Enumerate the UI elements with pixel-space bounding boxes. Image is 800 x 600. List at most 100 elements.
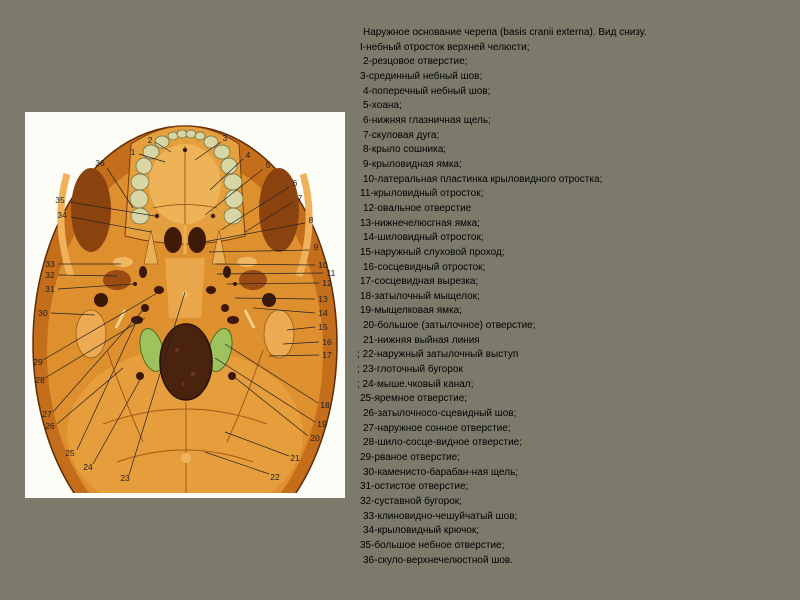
- legend-item: 13-нижнечелюсгная ямка;: [360, 217, 480, 229]
- foramen-lacerum-right: [206, 286, 216, 294]
- figure-label-23: 23: [120, 473, 130, 483]
- legend-item: 27-наружное сонное отверстие;: [363, 422, 511, 434]
- legend-item: 30-каменисто-барабан-ная щель;: [363, 466, 519, 478]
- basilar-part: [165, 258, 205, 318]
- figure-label-31: 31: [45, 284, 55, 294]
- legend-item: 34-крыловидный крючок;: [363, 525, 480, 537]
- tooth: [224, 189, 244, 209]
- tooth: [223, 207, 243, 225]
- figure-label-19: 19: [317, 419, 327, 429]
- legend-item: 36-скуло-верхнечелюстной шов.: [363, 554, 513, 566]
- figure-label-27: 27: [42, 409, 52, 419]
- mandibular-fossa-left: [103, 270, 131, 290]
- carotid-canal-right: [221, 304, 229, 312]
- legend-item: 7-скуловая дуга;: [363, 129, 440, 141]
- figure-label-14: 14: [318, 308, 328, 318]
- figure-label-15: 15: [318, 322, 328, 332]
- figure-label-24: 24: [83, 462, 93, 472]
- legend-item: 3-срединный небный шов;: [360, 70, 483, 82]
- legend-item: 26-затылочносо-сцевидный шов;: [363, 408, 517, 420]
- external-occipital-protuberance: [181, 453, 191, 463]
- tooth: [142, 144, 160, 160]
- legend-item: 9-крыловидная ямка;: [363, 158, 462, 170]
- slide: 1 2 3 4 5 6 7 8 9 10 11 12 13 14 15 16 1…: [0, 0, 800, 600]
- figure-label-2: 2: [148, 135, 153, 145]
- tooth: [130, 173, 150, 191]
- mastoid-process-right: [263, 309, 295, 359]
- legend-item: 28-шило-сосце-видное отверстие;: [363, 437, 522, 449]
- figure-label-4: 4: [246, 150, 251, 160]
- mandibular-fossa-right: [239, 270, 267, 290]
- tooth: [135, 157, 153, 175]
- figure-label-32: 32: [45, 270, 55, 280]
- tooth: [185, 129, 197, 139]
- figure-label-25: 25: [65, 448, 75, 458]
- choana-right: [188, 227, 206, 253]
- incisive-foramen: [182, 147, 188, 153]
- tooth: [203, 135, 219, 149]
- figure-label-36: 36: [95, 158, 105, 168]
- legend-item: 31-остистое отверстие;: [360, 481, 469, 493]
- foramen-magnum: [159, 323, 213, 401]
- legend-item: ; 22-наружный затылочный выступ: [357, 349, 519, 361]
- legend-item: 10-латеральная пластинка крыловидного от…: [363, 173, 603, 185]
- figure-label-28: 28: [35, 375, 45, 385]
- tooth: [213, 144, 231, 160]
- external-acoustic-meatus-right: [262, 293, 276, 307]
- condylar-fossa-right: [228, 372, 236, 380]
- foramen-magnum-texture: [190, 371, 196, 377]
- foramen-ovale-left: [139, 266, 147, 278]
- legend-item: 35-большое небное отверстие;: [360, 539, 505, 551]
- articular-tubercle-right: [237, 257, 257, 267]
- tooth: [129, 189, 149, 209]
- foramen-magnum-texture: [181, 382, 185, 386]
- legend-item: 5-хоана;: [363, 100, 402, 112]
- legend-item: 20-большое (затылочное) отверстие;: [363, 320, 536, 332]
- figure-label-17: 17: [322, 350, 332, 360]
- legend-item: 16-сосцевидный отросток;: [363, 261, 486, 273]
- figure-label-34: 34: [57, 210, 67, 220]
- figure-label-3: 3: [223, 133, 228, 143]
- figure-label-22: 22: [270, 472, 280, 482]
- legend-item: 18-затылочный мыщелок;: [360, 290, 480, 302]
- skull-base-illustration: 1 2 3 4 5 6 7 8 9 10 11 12 13 14 15 16 1…: [25, 112, 345, 498]
- figure-label-11: 11: [327, 268, 336, 278]
- figure-label-35: 35: [55, 195, 65, 205]
- foramen-ovale-right: [223, 266, 231, 278]
- figure-label-1: 1: [131, 147, 136, 157]
- legend-item: 21-нижняя выйная линия: [363, 334, 480, 346]
- foramen-lacerum-left: [154, 286, 164, 294]
- articular-tubercle-left: [113, 257, 133, 267]
- condylar-fossa-left: [136, 372, 144, 380]
- choana-left: [164, 227, 182, 253]
- legend-item: 6-нижняя глазничная щель;: [363, 114, 491, 126]
- greater-palatine-foramen-left: [154, 213, 160, 219]
- tooth: [194, 131, 206, 141]
- legend-item: 32-суставной бугорок;: [360, 496, 462, 507]
- figure-label-16: 16: [322, 337, 332, 347]
- legend-item: 2-резцовое отверстие;: [363, 56, 468, 68]
- legend-text: Наружное основание черепа (basis cranii …: [357, 26, 757, 568]
- figure-label-6: 6: [293, 178, 298, 188]
- figure-label-9: 9: [314, 242, 319, 252]
- figure-label-18: 18: [320, 400, 330, 410]
- legend-item: ; 24-мыше.чковый канал;: [357, 378, 474, 390]
- jugular-foramen-right: [227, 316, 239, 324]
- figure-label-26: 26: [45, 421, 55, 431]
- tooth: [130, 207, 150, 225]
- legend-item: 19-мыщелковая ямка;: [360, 305, 462, 317]
- figure-label-5: 5: [266, 160, 271, 170]
- external-acoustic-meatus-left: [94, 293, 108, 307]
- legend-item: 33-клиновидно-чешуйчатый шов;: [363, 510, 518, 522]
- legend-item: 25-яремное отверстие;: [360, 393, 468, 405]
- figure-label-21: 21: [290, 453, 300, 463]
- figure-label-29: 29: [33, 357, 43, 367]
- legend-item: 12-овальное отверстие: [363, 202, 472, 214]
- skull-drawing: [32, 125, 338, 493]
- figure-label-8: 8: [309, 215, 314, 225]
- legend-item: 29-рваное отверстие;: [360, 452, 460, 464]
- figure-label-33: 33: [45, 259, 55, 269]
- legend-item: 14-шиловидный отросток;: [363, 232, 484, 244]
- figure-label-20: 20: [310, 433, 320, 443]
- legend-item: I-небный отросток верхней челюсти;: [360, 41, 530, 53]
